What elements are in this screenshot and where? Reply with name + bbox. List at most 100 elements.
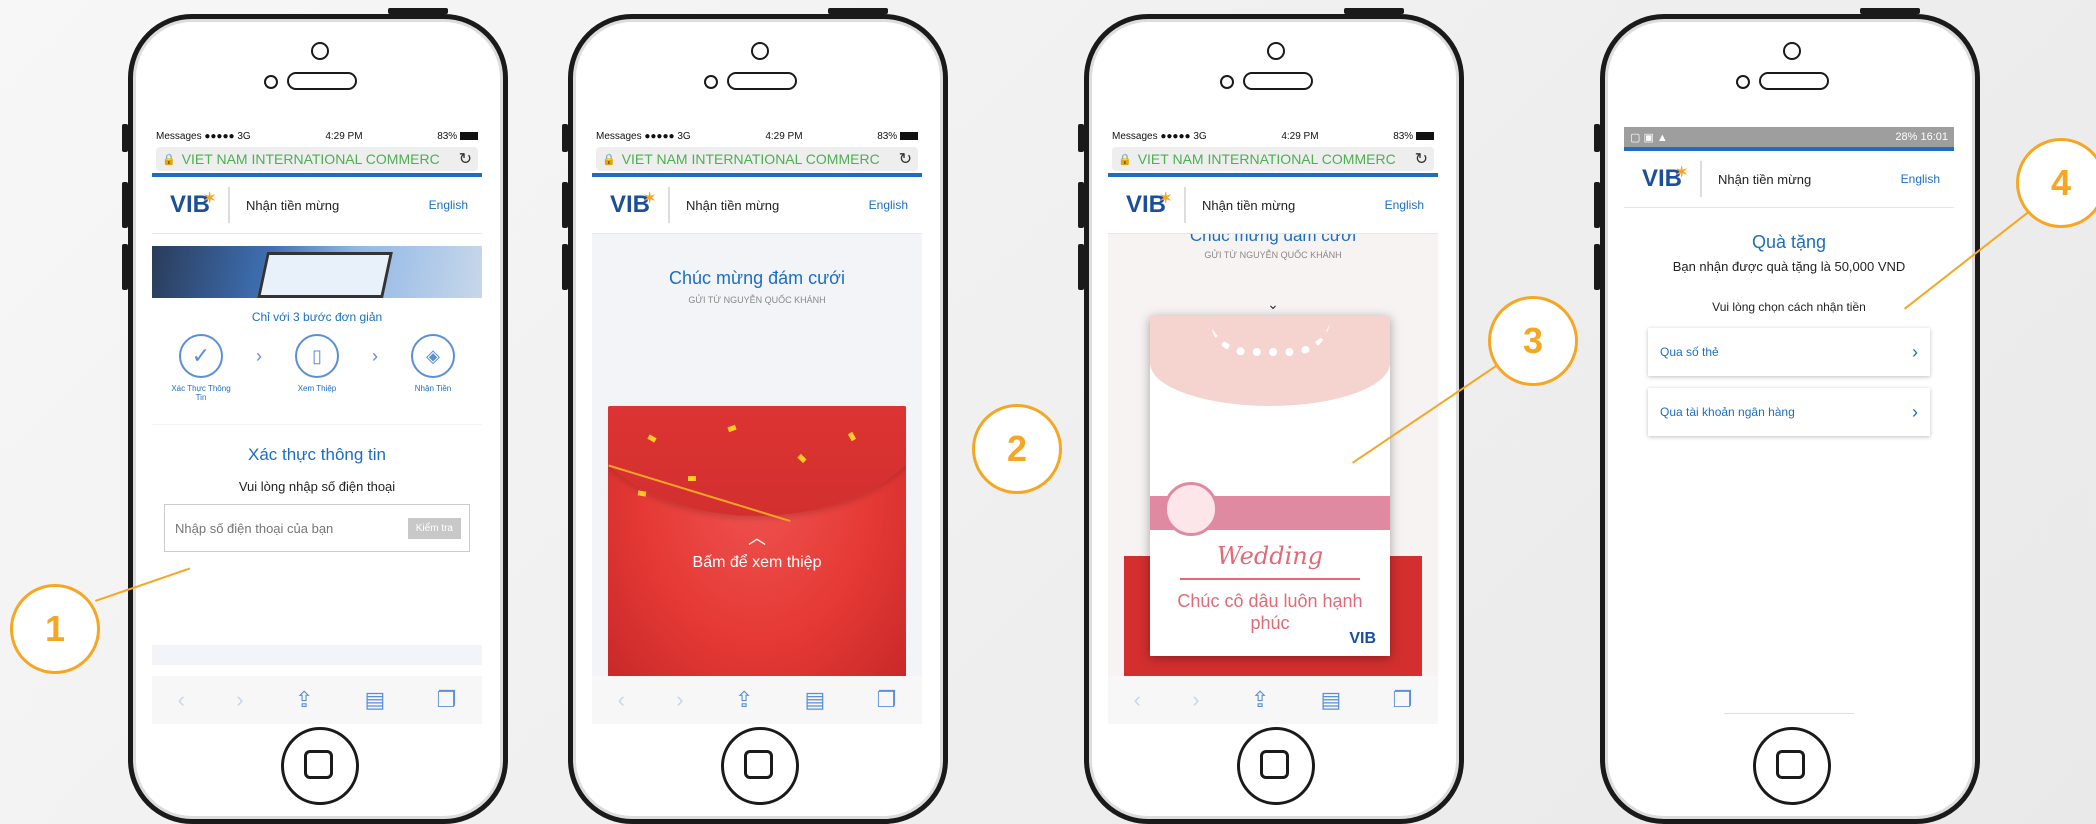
steps-caption: Chỉ với 3 bước đơn giản: [251, 310, 383, 324]
chevron-right-icon: ›: [372, 346, 378, 366]
front-camera: [751, 42, 769, 60]
url-text: VIET NAM INTERNATIONAL COMMERC: [1137, 151, 1396, 167]
status-time: 4:29 PM: [765, 130, 803, 142]
wedding-card[interactable]: Wedding Chúc cô dâu luôn hạnh phúc VIB: [1150, 316, 1390, 656]
step-2: ▯ Xem Thiệp: [282, 334, 352, 393]
option-card-number[interactable]: Qua số thẻ ›: [1648, 328, 1930, 376]
check-button[interactable]: Kiểm tra: [407, 517, 461, 539]
language-link[interactable]: English: [1385, 198, 1424, 212]
header-title: Nhận tiền mừng: [246, 197, 340, 213]
red-envelope[interactable]: ︿ Bấm để xem thiệp: [608, 406, 906, 686]
status-battery-text: 83%: [437, 130, 458, 142]
forward-icon[interactable]: ›: [1192, 687, 1199, 713]
home-square: [1776, 750, 1805, 779]
chevron-down-icon: ⌄: [1267, 296, 1279, 312]
header-title: Nhận tiền mừng: [1202, 197, 1296, 213]
option-bank-account[interactable]: Qua tài khoản ngân hàng ›: [1648, 388, 1930, 436]
status-battery-text: 83%: [1393, 130, 1414, 142]
step-3: ◈ Nhận Tiền: [398, 334, 468, 393]
url-text: VIET NAM INTERNATIONAL COMMERC: [181, 151, 440, 167]
url-bar[interactable]: 🔒 VIET NAM INTERNATIONAL COMMERC ↻: [156, 147, 478, 171]
card-message: Chúc cô dâu luôn hạnh phúc: [1177, 591, 1363, 633]
card-icon: ▯: [295, 334, 339, 378]
url-text: VIET NAM INTERNATIONAL COMMERC: [621, 151, 880, 167]
step-label: Xem Thiệp: [297, 384, 337, 393]
battery-icon: [899, 131, 918, 140]
home-square: [744, 750, 773, 779]
url-bar[interactable]: 🔒 VIET NAM INTERNATIONAL COMMERC ↻: [596, 147, 918, 171]
url-bar[interactable]: 🔒 VIET NAM INTERNATIONAL COMMERC ↻: [1112, 147, 1434, 171]
language-link[interactable]: English: [869, 198, 908, 212]
vib-logo[interactable]: VIB ✶: [1624, 161, 1702, 197]
back-icon[interactable]: ‹: [618, 687, 625, 713]
front-camera: [1783, 42, 1801, 60]
lock-icon: 🔒: [602, 153, 616, 166]
envelope-cta[interactable]: Bấm để xem thiệp: [608, 554, 906, 572]
vib-logo[interactable]: VIB ✶: [592, 187, 670, 223]
card-vib-logo: VIB: [1349, 630, 1376, 647]
tabs-icon[interactable]: ❐: [877, 687, 897, 713]
gift-panel: Quà tặng Bạn nhận được quà tặng là 50,00…: [1624, 232, 1954, 436]
tabs-icon[interactable]: ❐: [1393, 687, 1413, 713]
card-script: Wedding: [1216, 542, 1324, 570]
android-status-bar: ▢ ▣ ▲ 28% 16:01: [1624, 127, 1954, 147]
ios-status-bar: Messages ●●●●● 3G 4:29 PM 83%: [1108, 127, 1438, 145]
steps-row: ✓ Xác Thực Thông Tin › ▯ Xem Thiệp › ◈ N…: [152, 334, 482, 402]
phone-input-group: Kiểm tra: [164, 504, 470, 552]
back-icon[interactable]: ‹: [1134, 687, 1141, 713]
sensor: [264, 75, 278, 89]
chevron-right-icon: ›: [1912, 341, 1918, 362]
ios-status-bar: Messages ●●●●● 3G 4:29 PM 83%: [152, 127, 482, 145]
status-left: Messages ●●●●● 3G: [596, 130, 691, 142]
star-icon: ✶: [203, 190, 216, 207]
confetti: [688, 476, 696, 481]
lock-icon: 🔒: [1118, 153, 1132, 166]
status-time: 4:29 PM: [325, 130, 363, 142]
phone-4: ▢ ▣ ▲ 28% 16:01 VIB ✶ Nhận tiền mừng Engl…: [1594, 8, 1980, 824]
language-link[interactable]: English: [1901, 172, 1940, 186]
vib-logo[interactable]: VIB ✶: [1108, 187, 1186, 223]
card-area: Chúc mừng đám cưới GỬI TỪ NGUYỄN QUỐC KH…: [1108, 234, 1438, 694]
status-left: Messages ●●●●● 3G: [156, 130, 251, 142]
greeting-area: Chúc mừng đám cưới GỬI TỪ NGUYỄN QUỐC KH…: [592, 234, 922, 694]
hero-banner: [152, 246, 482, 298]
bottom-divider: [1724, 713, 1854, 714]
home-square: [304, 750, 333, 779]
share-icon[interactable]: ⇪: [295, 687, 313, 713]
bookmarks-icon[interactable]: ▤: [1321, 687, 1342, 713]
header-title: Nhận tiền mừng: [686, 197, 780, 213]
reload-icon[interactable]: ↻: [899, 149, 912, 169]
step-1: ✓ Xác Thực Thông Tin: [166, 334, 236, 402]
language-link[interactable]: English: [429, 198, 468, 212]
share-icon[interactable]: ⇪: [735, 687, 753, 713]
android-status-text: 28% 16:01: [1895, 131, 1948, 143]
phone-input[interactable]: [173, 519, 408, 537]
safari-toolbar: ‹ › ⇪ ▤ ❐: [592, 676, 922, 724]
battery-icon: [1415, 131, 1434, 140]
sensor: [1220, 75, 1234, 89]
callout-3: 3: [1488, 296, 1578, 386]
site-header: VIB ✶ Nhận tiền mừng English: [1624, 147, 1954, 208]
gift-title: Quà tặng: [1751, 232, 1827, 252]
forward-icon[interactable]: ›: [236, 687, 243, 713]
battery-icon: [459, 131, 478, 140]
phone-1: Messages ●●●●● 3G 4:29 PM 83% 🔒 VIET NAM…: [122, 8, 508, 824]
option-label: Qua số thẻ: [1660, 345, 1719, 359]
callout-1: 1: [10, 584, 100, 674]
confetti: [637, 490, 647, 497]
reload-icon[interactable]: ↻: [459, 149, 472, 169]
front-camera: [311, 42, 329, 60]
forward-icon[interactable]: ›: [676, 687, 683, 713]
back-icon[interactable]: ‹: [178, 687, 185, 713]
vib-logo[interactable]: VIB ✶: [152, 187, 230, 223]
reload-icon[interactable]: ↻: [1415, 149, 1428, 169]
flower-icon: [1164, 482, 1218, 536]
share-icon[interactable]: ⇪: [1251, 687, 1269, 713]
status-time: 4:29 PM: [1281, 130, 1319, 142]
tabs-icon[interactable]: ❐: [437, 687, 457, 713]
check-icon: ✓: [179, 334, 223, 378]
sensor: [704, 75, 718, 89]
money-icon: ◈: [411, 334, 455, 378]
bookmarks-icon[interactable]: ▤: [805, 687, 826, 713]
bookmarks-icon[interactable]: ▤: [365, 687, 386, 713]
